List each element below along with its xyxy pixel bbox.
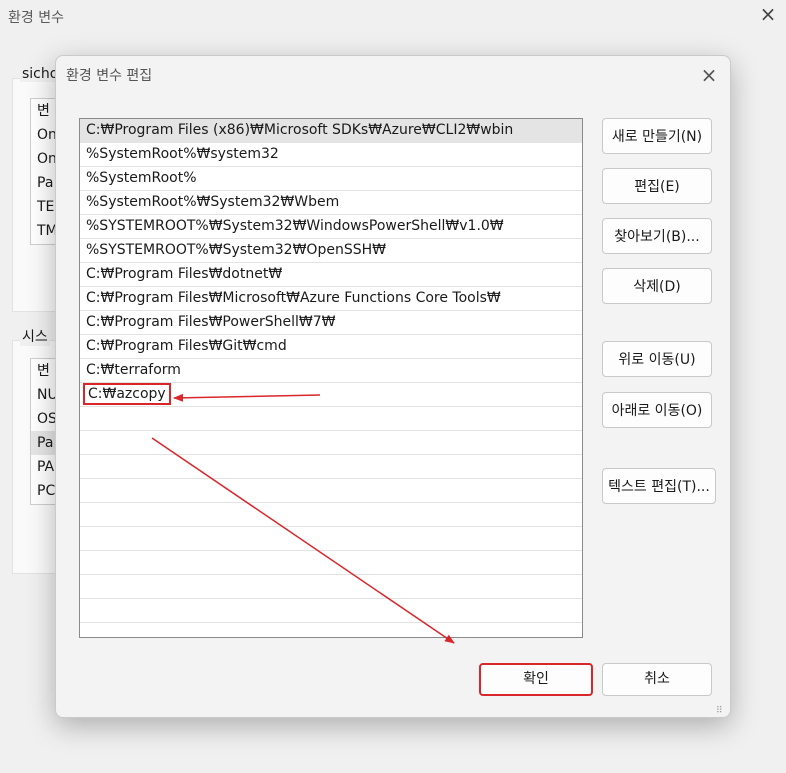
dialog-close-icon[interactable]: × bbox=[698, 64, 720, 86]
path-item[interactable]: C:₩Program Files₩Microsoft₩Azure Functio… bbox=[80, 287, 582, 311]
path-item-text: C:₩Program Files₩PowerShell₩7₩ bbox=[86, 314, 336, 330]
path-item[interactable]: %SystemRoot%₩system32 bbox=[80, 143, 582, 167]
list-item[interactable]: NU bbox=[31, 383, 58, 407]
path-item-text: %SystemRoot% bbox=[86, 170, 197, 186]
path-list[interactable]: C:₩Program Files (x86)₩Microsoft SDKs₩Az… bbox=[79, 118, 583, 638]
path-item-text: %SystemRoot%₩System32₩Wbem bbox=[86, 194, 340, 210]
parent-close-icon[interactable]: × bbox=[758, 4, 778, 24]
path-item[interactable]: %SystemRoot% bbox=[80, 167, 582, 191]
list-item[interactable]: TE bbox=[31, 195, 58, 219]
path-item-text: C:₩Program Files₩Microsoft₩Azure Functio… bbox=[86, 290, 501, 306]
edit-env-var-dialog: 환경 변수 편집 × C:₩Program Files (x86)₩Micros… bbox=[55, 55, 731, 718]
system-vars-group-label: 시스 bbox=[20, 326, 50, 346]
path-item[interactable]: %SystemRoot%₩System32₩Wbem bbox=[80, 191, 582, 215]
empty-row[interactable] bbox=[80, 431, 582, 455]
path-item-text: C:₩Program Files₩Git₩cmd bbox=[86, 338, 287, 354]
move-down-button[interactable]: 아래로 이동(O) bbox=[602, 392, 712, 428]
list-item[interactable]: PC bbox=[31, 479, 58, 503]
list-item[interactable]: TM bbox=[31, 219, 58, 243]
empty-row[interactable] bbox=[80, 551, 582, 575]
path-item[interactable]: %SYSTEMROOT%₩System32₩WindowsPowerShell₩… bbox=[80, 215, 582, 239]
path-item-text: C:₩Program Files (x86)₩Microsoft SDKs₩Az… bbox=[86, 122, 514, 138]
empty-row[interactable] bbox=[80, 407, 582, 431]
parent-window-title: 환경 변수 bbox=[8, 10, 64, 26]
path-item[interactable]: C:₩Program Files₩PowerShell₩7₩ bbox=[80, 311, 582, 335]
path-item-text: %SYSTEMROOT%₩System32₩OpenSSH₩ bbox=[86, 242, 386, 258]
path-item[interactable]: %SYSTEMROOT%₩System32₩OpenSSH₩ bbox=[80, 239, 582, 263]
empty-row[interactable] bbox=[80, 599, 582, 623]
path-item-text: C:₩terraform bbox=[86, 362, 181, 378]
list-item[interactable]: PA bbox=[31, 455, 58, 479]
path-item[interactable]: C:₩terraform bbox=[80, 359, 582, 383]
delete-button[interactable]: 삭제(D) bbox=[602, 268, 712, 304]
list-item[interactable]: OS bbox=[31, 407, 58, 431]
list-item[interactable]: Pa bbox=[31, 171, 58, 195]
path-item-text: C:₩azcopy bbox=[83, 383, 171, 405]
path-item-azcopy[interactable]: C:₩azcopy bbox=[80, 383, 582, 407]
path-item-text: C:₩Program Files₩dotnet₩ bbox=[86, 266, 283, 282]
new-button[interactable]: 새로 만들기(N) bbox=[602, 118, 712, 154]
path-item[interactable]: C:₩Program Files (x86)₩Microsoft SDKs₩Az… bbox=[80, 119, 582, 143]
path-item-text: %SYSTEMROOT%₩System32₩WindowsPowerShell₩… bbox=[86, 218, 504, 234]
browse-button[interactable]: 찾아보기(B)... bbox=[602, 218, 712, 254]
dialog-title: 환경 변수 편집 bbox=[66, 68, 153, 84]
resize-grip-icon[interactable]: ⠿ bbox=[716, 706, 723, 716]
empty-row[interactable] bbox=[80, 623, 582, 637]
ok-button[interactable]: 확인 bbox=[479, 663, 593, 696]
list-header: 변 bbox=[37, 103, 50, 119]
list-item[interactable]: On bbox=[31, 147, 58, 171]
list-header: 변 bbox=[37, 363, 50, 379]
move-up-button[interactable]: 위로 이동(U) bbox=[602, 341, 712, 377]
empty-row[interactable] bbox=[80, 503, 582, 527]
path-item-text: %SystemRoot%₩system32 bbox=[86, 146, 279, 162]
path-item[interactable]: C:₩Program Files₩Git₩cmd bbox=[80, 335, 582, 359]
empty-row[interactable] bbox=[80, 455, 582, 479]
empty-row[interactable] bbox=[80, 479, 582, 503]
edit-text-button[interactable]: 텍스트 편집(T)... bbox=[602, 468, 716, 504]
path-item[interactable]: C:₩Program Files₩dotnet₩ bbox=[80, 263, 582, 287]
empty-row[interactable] bbox=[80, 527, 582, 551]
cancel-button[interactable]: 취소 bbox=[602, 663, 712, 696]
list-item[interactable]: Pa bbox=[31, 431, 58, 455]
list-item[interactable]: On bbox=[31, 123, 58, 147]
empty-row[interactable] bbox=[80, 575, 582, 599]
edit-button[interactable]: 편집(E) bbox=[602, 168, 712, 204]
